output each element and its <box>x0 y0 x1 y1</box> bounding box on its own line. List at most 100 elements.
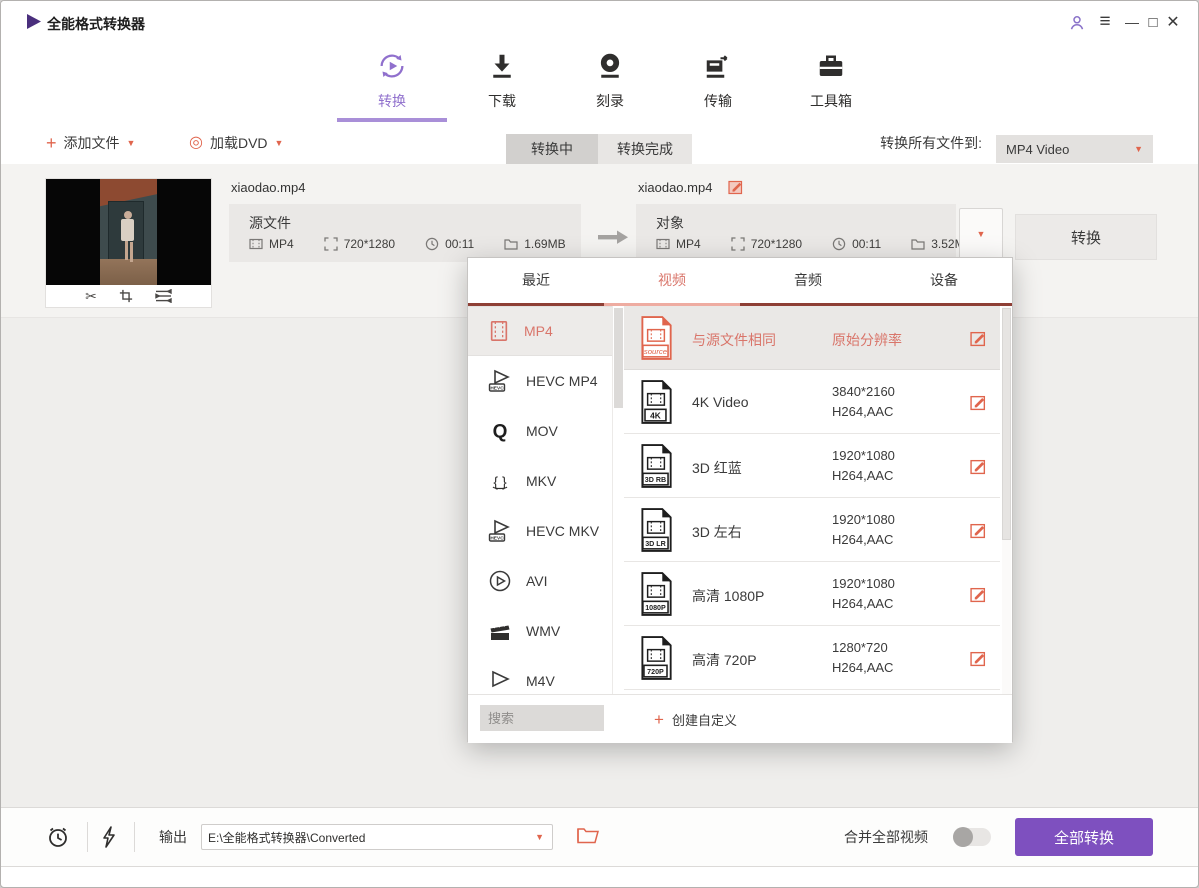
crop-icon[interactable] <box>119 289 133 303</box>
edit-preset-icon[interactable] <box>970 330 987 347</box>
svg-text:720P: 720P <box>647 668 664 676</box>
preset-list-scrollbar[interactable] <box>1002 306 1011 694</box>
tab-transfer-label: 传输 <box>670 91 766 111</box>
schedule-alarm-icon[interactable] <box>46 825 70 849</box>
svg-text:1080P: 1080P <box>645 604 666 612</box>
svg-text:3D RB: 3D RB <box>645 476 666 484</box>
create-custom-label: 创建自定义 <box>672 710 737 729</box>
preset-title: 高清 1080P <box>692 586 764 606</box>
format-list-scrollbar[interactable] <box>614 306 623 694</box>
effects-sliders-icon[interactable] <box>155 289 172 303</box>
plus-icon: + <box>654 711 664 728</box>
format-item-hevc-mp4[interactable]: HEVC HEVC MP4 <box>468 356 612 406</box>
preset-specs: 3840*2160H264,AAC <box>832 382 895 422</box>
create-custom-button[interactable]: + 创建自定义 <box>654 695 737 743</box>
preset-same-as-source[interactable]: source 与源文件相同 原始分辨率 <box>624 306 1000 370</box>
format-label: HEVC MP4 <box>526 373 598 389</box>
svg-text:3D LR: 3D LR <box>645 540 666 548</box>
format-label: AVI <box>526 573 548 589</box>
preset-4k-video[interactable]: 4K 4K Video 3840*2160H264,AAC <box>624 370 1000 434</box>
video-preview[interactable] <box>46 179 211 285</box>
convert-all-button[interactable]: 全部转换 <box>1015 818 1153 856</box>
target-duration: 00:11 <box>852 237 881 251</box>
divider <box>87 822 88 852</box>
rename-edit-icon[interactable] <box>728 179 744 195</box>
m4v-flag-icon <box>488 669 512 693</box>
preset-hd-1080p[interactable]: 1080P 高清 1080P 1920*1080H264,AAC <box>624 562 1000 626</box>
matroska-icon: { } <box>488 469 512 493</box>
format-label: WMV <box>526 623 560 639</box>
format-item-wmv[interactable]: WMV <box>468 606 612 656</box>
burn-disc-icon <box>595 51 625 83</box>
svg-text:HEVC: HEVC <box>490 386 504 392</box>
edit-preset-icon[interactable] <box>970 586 987 603</box>
trim-icon[interactable]: ✂ <box>85 289 97 303</box>
svg-text:{ }: { } <box>493 474 507 490</box>
tab-burn-label: 刻录 <box>562 91 658 111</box>
main-nav: 转换 下载 刻录 <box>1 41 1198 123</box>
load-dvd-button[interactable]: ◎ 加载DVD ▼ <box>189 122 283 164</box>
format-item-mkv[interactable]: { } MKV <box>468 456 612 506</box>
preset-3d-left-right[interactable]: 3D LR 3D 左右 1920*1080H264,AAC <box>624 498 1000 562</box>
chevron-down-icon: ▼ <box>1134 145 1143 154</box>
edit-preset-icon[interactable] <box>970 458 987 475</box>
popup-tab-recent[interactable]: 最近 <box>468 258 604 303</box>
edit-preset-icon[interactable] <box>970 522 987 539</box>
duration-icon <box>425 237 439 251</box>
preset-specs: 1920*1080H264,AAC <box>832 510 895 550</box>
source-size: 1.69MB <box>524 237 565 251</box>
search-input[interactable] <box>480 705 604 731</box>
source-box-title: 源文件 <box>249 213 291 233</box>
popup-tab-audio[interactable]: 音频 <box>740 258 876 303</box>
target-info-box: 对象 MP4 720*1280 00:11 3.52MB <box>636 204 956 262</box>
add-file-button[interactable]: + 添加文件 ▼ <box>46 122 135 164</box>
popup-tab-video[interactable]: 视频 <box>604 258 740 303</box>
tab-toolbox[interactable]: 工具箱 <box>783 51 879 111</box>
performance-bolt-icon[interactable] <box>101 826 117 848</box>
target-box-title: 对象 <box>656 213 684 233</box>
output-path-input[interactable] <box>202 825 536 849</box>
scrollbar-thumb[interactable] <box>614 308 623 408</box>
chevron-down-icon[interactable]: ▼ <box>535 833 544 842</box>
tab-burn[interactable]: 刻录 <box>562 51 658 111</box>
edit-preset-icon[interactable] <box>970 394 987 411</box>
convert-button[interactable]: 转换 <box>1015 214 1157 260</box>
menu-icon[interactable]: ≡ <box>1093 10 1117 34</box>
merge-toggle[interactable] <box>953 828 991 846</box>
format-list: MP4 HEVC HEVC MP4 Q MOV { } MKV HEVC HEV… <box>468 306 613 694</box>
preset-3d-red-blue[interactable]: 3D RB 3D 红蓝 1920*1080H264,AAC <box>624 434 1000 498</box>
video-file-icon: 3D LR <box>638 508 674 552</box>
tab-transfer[interactable]: 传输 <box>670 51 766 111</box>
scrollbar-thumb[interactable] <box>1002 308 1011 540</box>
preset-hd-720p[interactable]: 720P 高清 720P 1280*720H264,AAC <box>624 626 1000 690</box>
format-item-m4v[interactable]: M4V <box>468 656 612 694</box>
close-icon[interactable]: ✕ <box>1161 10 1185 34</box>
hevc-flag-icon: HEVC <box>488 519 512 543</box>
video-thumbnail: ✂ <box>46 179 211 307</box>
format-item-hevc-mkv[interactable]: HEVC HEVC MKV <box>468 506 612 556</box>
account-icon[interactable] <box>1065 11 1089 35</box>
tab-convert[interactable]: 转换 <box>344 51 440 111</box>
tab-converting[interactable]: 转换中 <box>506 134 598 164</box>
tab-download[interactable]: 下载 <box>454 51 550 111</box>
format-label: MOV <box>526 423 558 439</box>
popup-tab-device[interactable]: 设备 <box>876 258 1012 303</box>
target-file-name: xiaodao.mp4 <box>638 180 712 195</box>
tab-download-label: 下载 <box>454 91 550 111</box>
open-folder-icon[interactable] <box>577 826 599 844</box>
output-path-field: ▼ <box>201 824 553 850</box>
edit-preset-icon[interactable] <box>970 650 987 667</box>
divider <box>134 822 135 852</box>
output-format-dropdown[interactable]: MP4 Video ▼ <box>996 135 1153 163</box>
format-item-mp4[interactable]: MP4 <box>468 306 612 356</box>
format-item-avi[interactable]: AVI <box>468 556 612 606</box>
preset-title: 高清 720P <box>692 650 757 670</box>
play-circle-icon <box>488 569 512 593</box>
source-duration: 00:11 <box>445 237 474 251</box>
tab-finished[interactable]: 转换完成 <box>598 134 692 164</box>
format-item-mov[interactable]: Q MOV <box>468 406 612 456</box>
target-format-dropdown-button[interactable]: ▼ <box>959 208 1003 260</box>
preset-title: 3D 红蓝 <box>692 458 742 478</box>
format-label: MP4 <box>524 323 553 339</box>
convert-all-to-label: 转换所有文件到: <box>880 122 982 164</box>
